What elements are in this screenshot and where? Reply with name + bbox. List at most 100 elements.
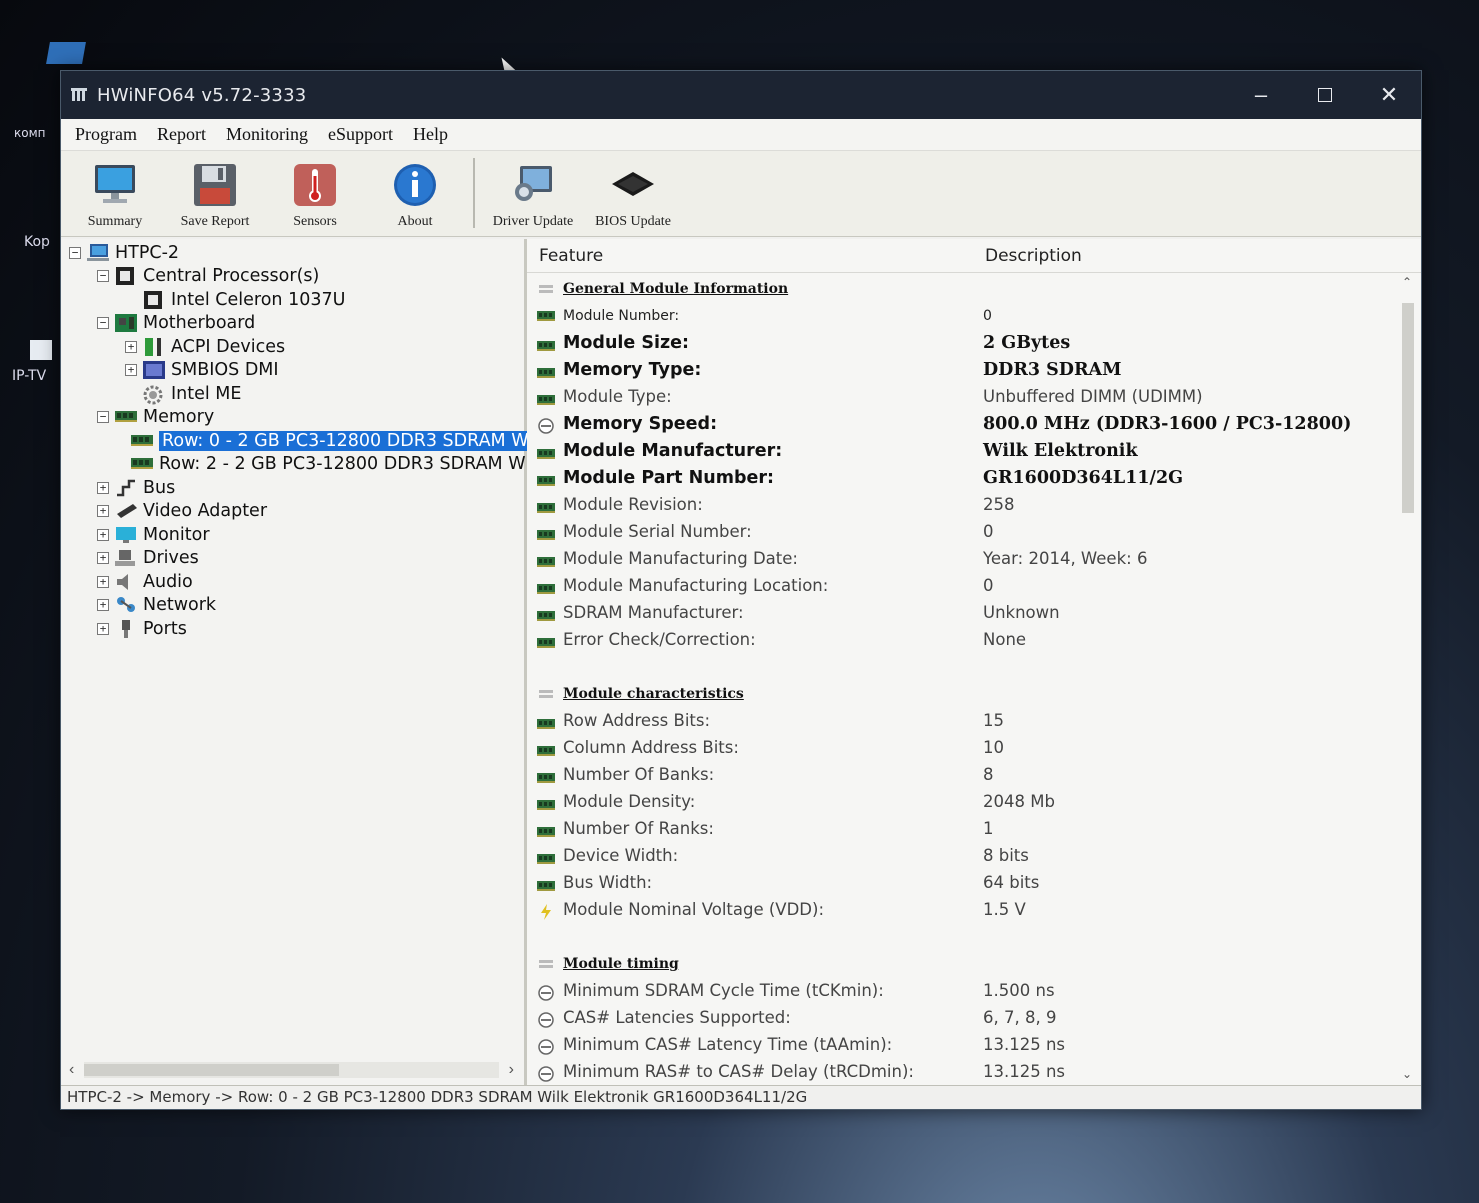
collapse-icon[interactable]: − — [69, 246, 81, 259]
tree-node[interactable]: + Bus — [61, 476, 524, 500]
tree-node[interactable]: − Motherboard — [61, 312, 524, 336]
detail-row[interactable]: Minimum RAS# to CAS# Delay (tRCDmin): 13.… — [527, 1058, 1421, 1085]
tree-node[interactable]: + Network — [61, 594, 524, 618]
scroll-thumb[interactable] — [1402, 303, 1414, 513]
expand-icon[interactable]: + — [97, 575, 109, 588]
scroll-down-icon[interactable]: ⌄ — [1402, 1067, 1412, 1081]
smbios-icon — [143, 361, 165, 380]
detail-row[interactable]: Device Width: 8 bits — [527, 842, 1421, 869]
about-button[interactable]: About — [365, 152, 465, 236]
cpu-icon — [143, 290, 165, 309]
detail-row[interactable]: Memory Type: DDR3 SDRAM — [527, 356, 1421, 383]
tree-node[interactable]: Row: 2 - 2 GB PC3-12800 DDR3 SDRAM W — [61, 453, 526, 477]
detail-row[interactable]: Module Size: 2 GBytes — [527, 329, 1421, 356]
tree-node[interactable]: + Drives — [61, 547, 524, 571]
tree-list: − HTPC-2− Central Processor(s) Intel Celero… — [61, 239, 532, 641]
expand-icon[interactable]: + — [97, 599, 109, 612]
save-report-button[interactable]: Save Report — [165, 152, 265, 236]
expand-icon[interactable]: + — [125, 364, 137, 377]
section-header[interactable]: Module timing — [527, 950, 1421, 977]
detail-row[interactable]: Number Of Ranks: 1 — [527, 815, 1421, 842]
feature-label: Error Check/Correction: — [563, 630, 756, 649]
detail-row[interactable]: Error Check/Correction: None — [527, 626, 1421, 653]
detail-row[interactable]: Module Manufacturer: Wilk Elektronik — [527, 437, 1421, 464]
iptv-icon[interactable] — [30, 340, 52, 360]
desktop-folder-icon[interactable] — [46, 42, 86, 64]
detail-row[interactable]: Minimum CAS# Latency Time (tAAmin): 13.12… — [527, 1031, 1421, 1058]
hwinfo-window: HWiNFO64 v5.72-3333 – ✕ Program Report M… — [60, 70, 1422, 1110]
tree-node[interactable]: + Audio — [61, 570, 524, 594]
section-header[interactable]: General Module Information — [527, 275, 1421, 302]
detail-row[interactable]: Module Nominal Voltage (VDD): 1.5 V — [527, 896, 1421, 923]
detail-row[interactable]: Module Number: 0 — [527, 302, 1421, 329]
expand-icon[interactable]: + — [97, 552, 109, 565]
collapse-icon[interactable]: − — [97, 411, 109, 424]
scroll-up-icon[interactable]: ⌃ — [1402, 275, 1412, 289]
tree-node[interactable]: Intel ME — [61, 382, 524, 406]
scroll-track[interactable] — [84, 1062, 499, 1078]
detail-row[interactable]: Module Serial Number: 0 — [527, 518, 1421, 545]
close-button[interactable]: ✕ — [1357, 71, 1421, 119]
detail-row[interactable]: Module Manufacturing Location: 0 — [527, 572, 1421, 599]
detail-row[interactable]: CAS# Latencies Supported: 6, 7, 8, 9 — [527, 1004, 1421, 1031]
description-column-header[interactable]: Description — [975, 246, 1082, 266]
info-icon — [391, 162, 439, 208]
menu-esupport[interactable]: eSupport — [318, 124, 403, 145]
menu-help[interactable]: Help — [403, 124, 458, 145]
detail-row[interactable]: Column Address Bits: 10 — [527, 734, 1421, 761]
detail-row[interactable]: Module Manufacturing Date: Year: 2014, We… — [527, 545, 1421, 572]
collapse-icon[interactable]: − — [97, 317, 109, 330]
scroll-right-icon[interactable]: › — [509, 1061, 514, 1079]
driver-update-button[interactable]: Driver Update — [483, 152, 583, 236]
expand-icon[interactable]: + — [97, 622, 109, 635]
title-bar[interactable]: HWiNFO64 v5.72-3333 – ✕ — [61, 71, 1421, 119]
ports-icon — [115, 619, 137, 638]
detail-vertical-scrollbar[interactable]: ⌃ ⌄ — [1399, 273, 1417, 1085]
detail-row[interactable]: Module Density: 2048 Mb — [527, 788, 1421, 815]
detail-row[interactable]: Module Type: Unbuffered DIMM (UDIMM) — [527, 383, 1421, 410]
tree-node[interactable]: + ACPI Devices — [61, 335, 524, 359]
memory-icon — [537, 310, 555, 322]
tree-node[interactable]: + Video Adapter — [61, 500, 524, 524]
collapse-icon[interactable]: − — [97, 270, 109, 283]
menu-monitoring[interactable]: Monitoring — [216, 124, 318, 145]
feature-label: Minimum CAS# Latency Time (tAAmin): — [563, 1035, 893, 1054]
maximize-button[interactable] — [1293, 71, 1357, 119]
tree-node[interactable]: + SMBIOS DMI — [61, 359, 524, 383]
tree-node[interactable]: Row: 0 - 2 GB PC3-12800 DDR3 SDRAM W — [61, 429, 532, 453]
menu-program[interactable]: Program — [65, 124, 147, 145]
description-value: Year: 2014, Week: 6 — [983, 549, 1148, 568]
detail-row[interactable]: Row Address Bits: 15 — [527, 707, 1421, 734]
expand-icon[interactable]: + — [97, 505, 109, 518]
tree-node[interactable]: Intel Celeron 1037U — [61, 288, 524, 312]
tree-node[interactable]: − Central Processor(s) — [61, 265, 524, 289]
scroll-left-icon[interactable]: ‹ — [69, 1061, 74, 1079]
tree-node[interactable]: + Ports — [61, 617, 524, 641]
minimize-button[interactable]: – — [1229, 71, 1293, 119]
tree-node[interactable]: − Memory — [61, 406, 524, 430]
detail-row[interactable]: Module Part Number: GR1600D364L11/2G — [527, 464, 1421, 491]
expand-icon[interactable]: + — [97, 481, 109, 494]
detail-row[interactable]: Number Of Banks: 8 — [527, 761, 1421, 788]
detail-row[interactable]: Minimum SDRAM Cycle Time (tCKmin): 1.500 … — [527, 977, 1421, 1004]
summary-button[interactable]: Summary — [65, 152, 165, 236]
scroll-thumb[interactable] — [84, 1064, 340, 1076]
tree-horizontal-scrollbar[interactable]: ‹ › — [69, 1061, 514, 1079]
feature-column-header[interactable]: Feature — [527, 246, 975, 266]
clock-icon — [537, 1011, 555, 1028]
detail-row[interactable]: Memory Speed: 800.0 MHz (DDR3-1600 / PC3-… — [527, 410, 1421, 437]
expand-icon[interactable]: + — [97, 528, 109, 541]
detail-row[interactable]: Module Revision: 258 — [527, 491, 1421, 518]
sensors-button[interactable]: Sensors — [265, 152, 365, 236]
menu-report[interactable]: Report — [147, 124, 216, 145]
detail-row[interactable]: SDRAM Manufacturer: Unknown — [527, 599, 1421, 626]
detail-row[interactable]: Bus Width: 64 bits — [527, 869, 1421, 896]
bios-update-button[interactable]: BIOS Update — [583, 152, 683, 236]
acpi-icon — [143, 337, 165, 356]
section-header[interactable]: Module characteristics — [527, 680, 1421, 707]
tree-node[interactable]: − HTPC-2 — [61, 241, 524, 265]
tree-node[interactable]: + Monitor — [61, 523, 524, 547]
expand-icon[interactable]: + — [125, 340, 137, 353]
description-value: 2 GBytes — [983, 332, 1071, 353]
